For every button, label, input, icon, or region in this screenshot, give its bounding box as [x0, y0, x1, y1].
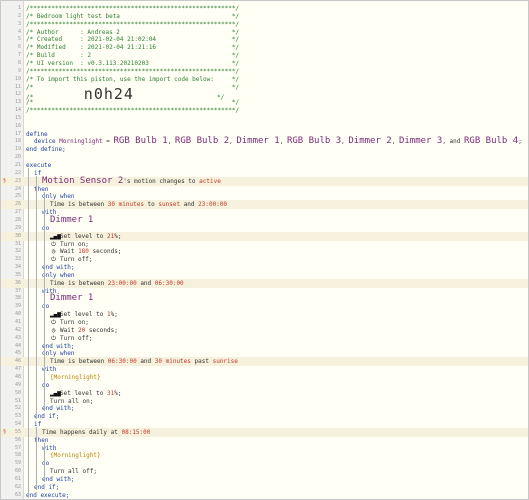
code-line[interactable]: 63 end execute; [1, 491, 528, 499]
code-token: end execute; [26, 491, 70, 499]
indent-guide [44, 191, 45, 412]
indent-guide [28, 168, 29, 498]
piston-code-view: 1/**************************************… [0, 0, 529, 500]
line-content: end execute; [26, 491, 70, 499]
indent-guide [36, 175, 37, 420]
indent-guide [36, 427, 37, 490]
line-number: 63 [14, 491, 21, 498]
indent-guide [44, 442, 45, 482]
